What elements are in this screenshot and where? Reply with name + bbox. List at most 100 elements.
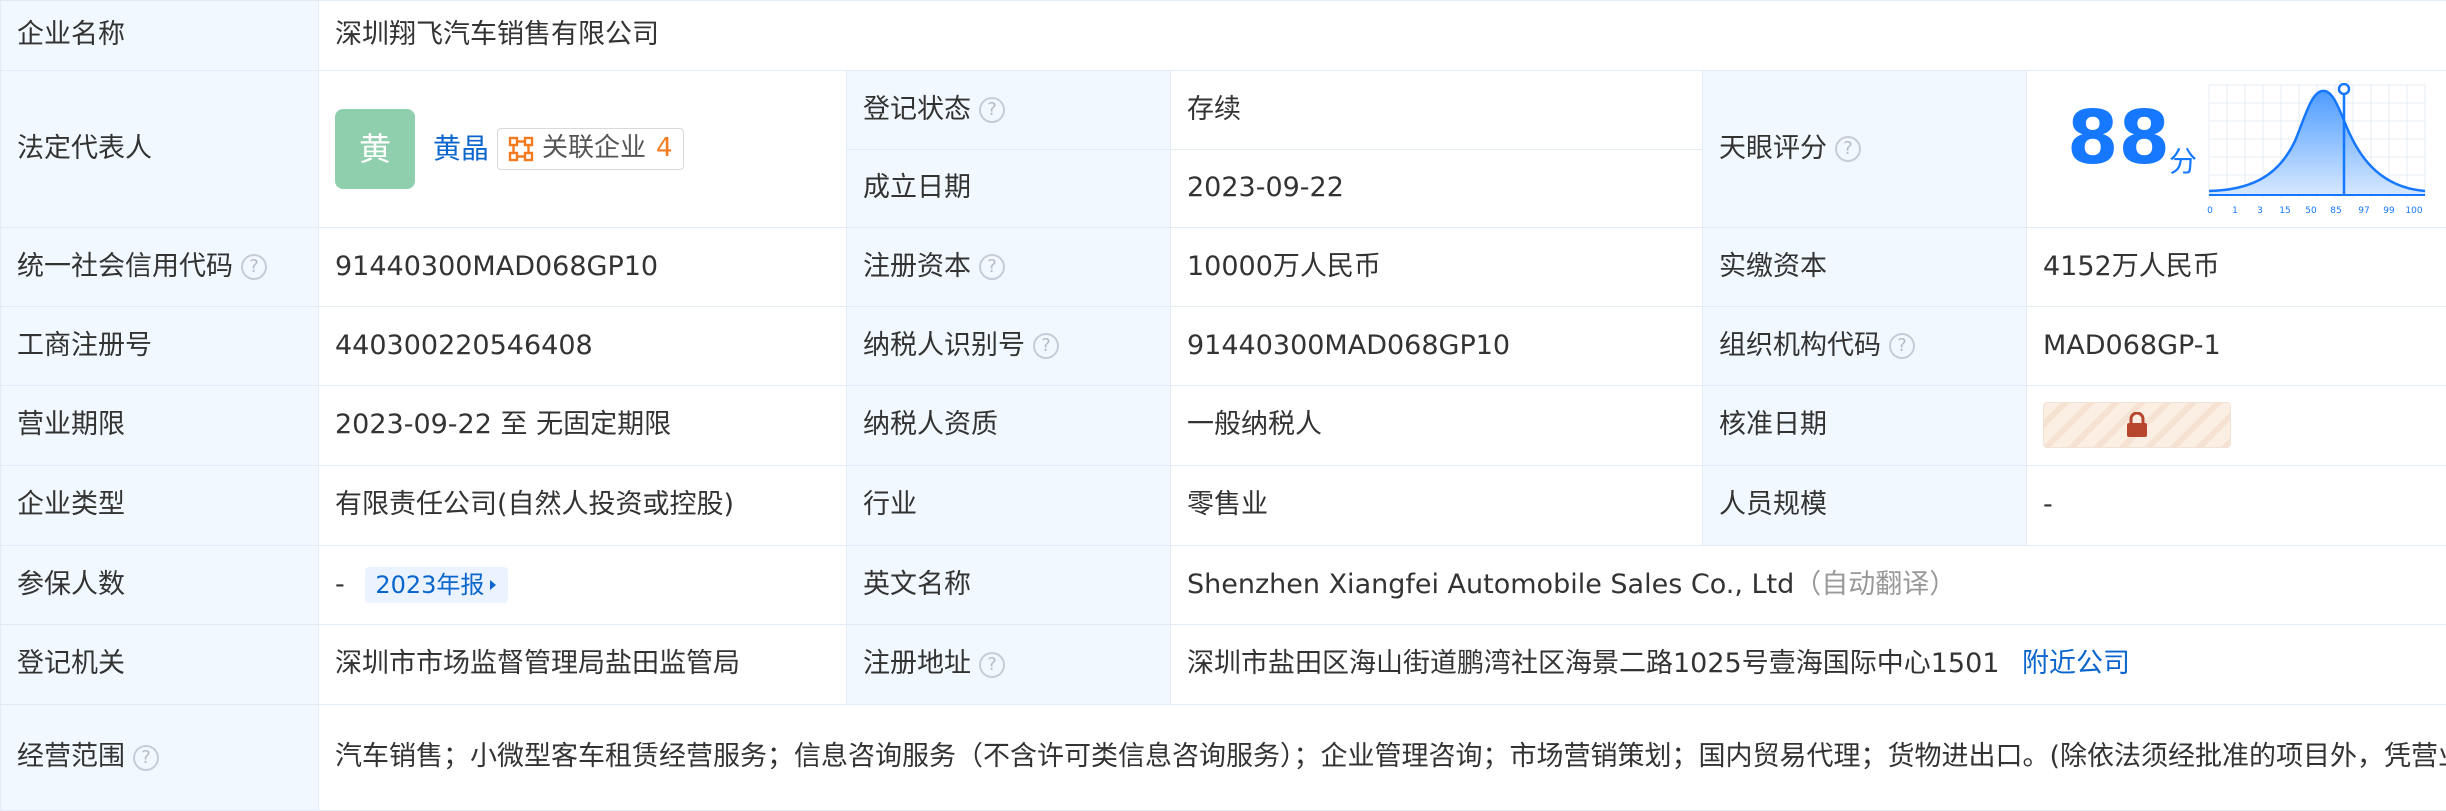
label-credit-code: 统一社会信用代码? <box>0 227 319 307</box>
value-business-term: 2023-09-22 至 无固定期限 <box>318 385 847 466</box>
label-english-name: 英文名称 <box>846 545 1171 625</box>
label-reg-capital-text: 注册资本 <box>863 250 971 282</box>
value-staff-size: - <box>2025 465 2446 546</box>
value-reg-authority: 深圳市市场监督管理局盐田监管局 <box>318 624 847 705</box>
score-value: 88 <box>2067 95 2170 181</box>
score-widget: 88 分 0 1 3 15 50 85 97 99 100 <box>2028 72 2446 227</box>
question-circle-icon[interactable]: ? <box>979 651 1005 678</box>
value-insured: - <box>335 568 345 600</box>
question-circle-icon[interactable]: ? <box>979 254 1005 281</box>
avatar[interactable]: 黄 <box>335 109 415 189</box>
legal-rep-name-link[interactable]: 黄晶 <box>433 130 489 168</box>
auto-translate-note: （自动翻译） <box>1794 568 1957 600</box>
legal-rep-cell: 黄 黄晶 关联企业 4 <box>318 70 847 228</box>
label-taxpayer-id-text: 纳税人识别号 <box>863 329 1025 361</box>
value-reg-capital: 10000万人民币 <box>1170 227 1703 307</box>
chart-x-ticks: 0 1 3 15 50 85 97 99 100 <box>2207 206 2423 216</box>
tick-label: 0 <box>2207 206 2213 216</box>
score-cell[interactable]: 88 分 0 1 3 15 50 85 97 99 100 <box>2025 70 2446 228</box>
value-business-reg-no: 440300220546408 <box>318 306 847 386</box>
score-marker-dot <box>2337 83 2351 96</box>
value-company-name: 深圳翔飞汽车销售有限公司 <box>317 0 2446 71</box>
caret-right-icon <box>490 579 497 590</box>
row-credit-code: 统一社会信用代码? 91440300MAD068GP10 注册资本? 10000… <box>0 227 2446 307</box>
value-paid-capital: 4152万人民币 <box>2025 227 2446 307</box>
label-found-date: 成立日期 <box>846 148 1171 228</box>
value-insured-cell: - 2023年报 <box>318 545 847 625</box>
annual-report-button[interactable]: 2023年报 <box>365 566 509 604</box>
score-distribution-chart: 0 1 3 15 50 85 97 99 100 <box>2207 83 2426 216</box>
question-circle-icon[interactable]: ? <box>1033 333 1059 360</box>
row-company-type: 企业类型 有限责任公司(自然人投资或控股) 行业 零售业 人员规模 - <box>0 465 2446 546</box>
tick-label: 3 <box>2257 206 2263 216</box>
label-paid-capital: 实缴资本 <box>1702 227 2027 307</box>
annual-report-label: 2023年报 <box>375 570 485 599</box>
related-companies-count: 4 <box>656 133 673 164</box>
value-reg-address: 深圳市盐田区海山街道鹏湾社区海景二路1025号壹海国际中心1501 <box>1187 648 2000 680</box>
row-company-name: 企业名称 深圳翔飞汽车销售有限公司 <box>0 0 2446 71</box>
label-company-type: 企业类型 <box>0 465 319 546</box>
question-circle-icon[interactable]: ? <box>241 254 267 281</box>
label-taxpayer-qual: 纳税人资质 <box>846 385 1171 466</box>
company-info-panel: 企业名称 深圳翔飞汽车销售有限公司 法定代表人 黄 黄晶 关联企业 4 登记状态… <box>0 0 2446 811</box>
locked-value-button[interactable] <box>2043 402 2231 449</box>
tick-label: 85 <box>2330 206 2341 216</box>
value-taxpayer-qual: 一般纳税人 <box>1170 385 1703 466</box>
row-business-term: 营业期限 2023-09-22 至 无固定期限 纳税人资质 一般纳税人 核准日期 <box>0 385 2446 466</box>
question-circle-icon[interactable]: ? <box>1835 136 1861 163</box>
tick-label: 100 <box>2405 206 2422 216</box>
value-company-type: 有限责任公司(自然人投资或控股) <box>318 465 847 546</box>
row-business-scope: 经营范围? 汽车销售；小微型客车租赁经营服务；信息咨询服务（不含许可类信息咨询服… <box>0 704 2446 811</box>
tick-label: 97 <box>2358 206 2369 216</box>
tick-label: 1 <box>2232 206 2238 216</box>
label-reg-authority: 登记机关 <box>0 624 319 705</box>
label-reg-address: 注册地址? <box>846 624 1171 705</box>
company-info-table: 企业名称 深圳翔飞汽车销售有限公司 法定代表人 黄 黄晶 关联企业 4 登记状态… <box>0 0 2446 811</box>
value-industry: 零售业 <box>1170 465 1703 546</box>
label-insured: 参保人数 <box>0 545 319 625</box>
label-staff-size: 人员规模 <box>1702 465 2027 546</box>
question-circle-icon[interactable]: ? <box>133 744 159 771</box>
label-company-name: 企业名称 <box>0 0 319 71</box>
value-taxpayer-id: 91440300MAD068GP10 <box>1170 306 1703 386</box>
label-tianyan-score-text: 天眼评分 <box>1719 132 1827 164</box>
value-credit-code: 91440300MAD068GP10 <box>318 227 847 307</box>
label-reg-status: 登记状态? <box>846 70 1171 150</box>
value-found-date: 2023-09-22 <box>1170 148 1703 228</box>
row-insured: 参保人数 - 2023年报 英文名称 Shenzhen Xiangfei Aut… <box>0 545 2446 625</box>
nearby-companies-link[interactable]: 附近公司 <box>2022 648 2130 679</box>
related-companies-label: 关联企业 <box>542 133 647 164</box>
related-companies-button[interactable]: 关联企业 4 <box>497 128 684 170</box>
label-approval-date: 核准日期 <box>1702 385 2027 466</box>
value-reg-address-cell: 深圳市盐田区海山街道鹏湾社区海景二路1025号壹海国际中心1501 附近公司 <box>1169 624 2446 705</box>
label-business-term: 营业期限 <box>0 385 319 466</box>
label-org-code-text: 组织机构代码 <box>1719 329 1881 361</box>
question-circle-icon[interactable]: ? <box>1889 333 1915 360</box>
row-reg-authority: 登记机关 深圳市市场监督管理局盐田监管局 注册地址? 深圳市盐田区海山街道鹏湾社… <box>0 624 2446 705</box>
tick-label: 99 <box>2383 206 2395 216</box>
legal-rep: 黄 黄晶 关联企业 4 <box>335 109 684 189</box>
value-business-scope: 汽车销售；小微型客车租赁经营服务；信息咨询服务（不含许可类信息咨询服务）；企业管… <box>317 704 2446 811</box>
label-reg-address-text: 注册地址 <box>863 648 971 680</box>
value-english-name-cell: Shenzhen Xiangfei Automobile Sales Co., … <box>1169 545 2446 625</box>
tick-label: 15 <box>2279 206 2290 216</box>
question-circle-icon[interactable]: ? <box>979 97 1005 124</box>
label-org-code: 组织机构代码? <box>1702 306 2027 386</box>
value-org-code: MAD068GP-1 <box>2025 306 2446 386</box>
value-english-name: Shenzhen Xiangfei Automobile Sales Co., … <box>1187 568 1795 600</box>
label-business-scope-text: 经营范围 <box>17 741 125 773</box>
lock-icon <box>2127 412 2147 438</box>
label-reg-capital: 注册资本? <box>846 227 1171 307</box>
label-legal-rep: 法定代表人 <box>0 70 319 228</box>
value-reg-status: 存续 <box>1170 70 1703 150</box>
distribution-area <box>2209 90 2425 195</box>
label-business-scope: 经营范围? <box>0 704 319 811</box>
label-reg-status-text: 登记状态 <box>863 93 971 125</box>
label-taxpayer-id: 纳税人识别号? <box>846 306 1171 386</box>
label-tianyan-score: 天眼评分? <box>1702 70 2027 228</box>
value-approval-date <box>2025 385 2446 466</box>
label-business-reg-no: 工商注册号 <box>0 306 319 386</box>
label-industry: 行业 <box>846 465 1171 546</box>
tick-label: 50 <box>2305 206 2317 216</box>
label-credit-code-text: 统一社会信用代码 <box>17 250 233 282</box>
